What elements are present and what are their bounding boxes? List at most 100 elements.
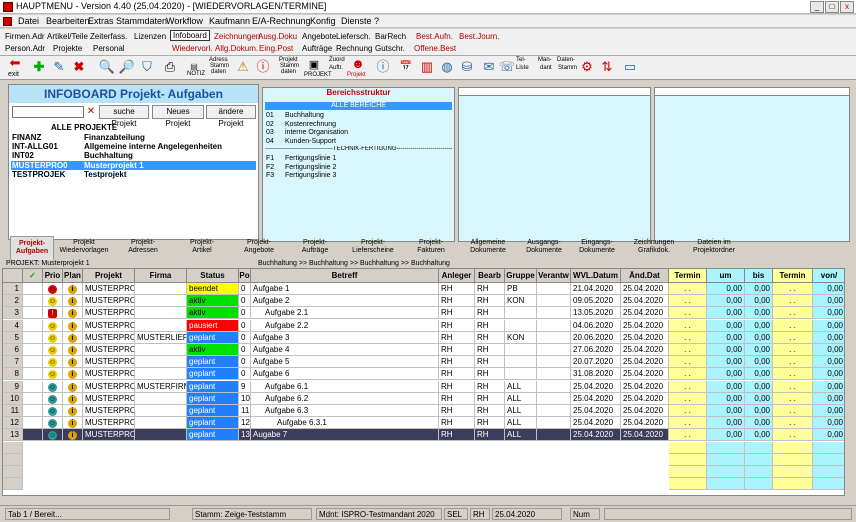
termin-cell[interactable]: . .: [669, 295, 707, 308]
row-number[interactable]: 7: [3, 356, 23, 369]
row-checkbox[interactable]: [23, 429, 43, 442]
betreff-cell[interactable]: Aufgabe 4: [251, 344, 439, 356]
tab-projekt-wiedervorlagen[interactable]: Projekt Wiedervorlagen: [56, 236, 112, 260]
datenstamm-label-1[interactable]: Daten-: [557, 57, 575, 64]
projekt-cell[interactable]: MUSTERPRO(: [83, 417, 135, 430]
col-header-projekt[interactable]: Projekt: [83, 269, 135, 283]
info-icon[interactable]: i: [68, 407, 77, 416]
table-row[interactable]: 3! i MUSTERPRO(aktiv 0 Aufgabe 2.1 RH RH 13.05.…: [3, 307, 844, 320]
sort-icon[interactable]: ⇅: [598, 58, 616, 76]
ql-barrech[interactable]: BarRech: [375, 32, 406, 41]
ql-personal[interactable]: Personal: [93, 44, 125, 53]
termin2-cell[interactable]: . .: [773, 283, 813, 295]
betreff-cell[interactable]: Aufgabe 2.2: [251, 319, 439, 332]
row-checkbox[interactable]: [23, 356, 43, 369]
info-icon[interactable]: i: [68, 394, 77, 404]
info-icon[interactable]: i: [68, 346, 77, 355]
table-row[interactable]: 5 ☺ i MUSTERPRO(MUSTERLIEFEgeplant0Aufgabe …: [3, 331, 844, 344]
new-project-button[interactable]: Neues Projekt: [152, 105, 204, 128]
ql-liefersch[interactable]: Liefersch.: [336, 32, 371, 41]
project-all[interactable]: ALLE PROJEKTE: [11, 123, 256, 132]
project-item[interactable]: TESTPROJEK Testprojekt: [11, 170, 256, 179]
tab-allgemeine-dokumente[interactable]: Allgemeine Dokumente: [460, 236, 516, 260]
row-checkbox[interactable]: [23, 405, 43, 417]
col-header-wvldatum[interactable]: WVL.Datum: [571, 269, 621, 283]
termin2-cell[interactable]: . .: [773, 295, 813, 308]
tel-label-1[interactable]: Tel-: [516, 57, 526, 64]
col-header-prio[interactable]: Prio: [43, 269, 63, 283]
um-cell[interactable]: 0,00: [707, 295, 745, 308]
col-header-termin[interactable]: Termin: [773, 269, 813, 283]
tab-dateienim-projektordner[interactable]: Dateien im Projektordner: [684, 236, 744, 260]
col-header-po[interactable]: Po: [239, 269, 251, 283]
wvl-datum-cell[interactable]: 25.04.2020: [571, 405, 621, 417]
col-header-verantw[interactable]: Verantw: [537, 269, 571, 283]
betreff-cell[interactable]: Aufgabe 2.1: [251, 307, 439, 320]
mail-icon[interactable]: ✉: [480, 58, 498, 76]
wvl-datum-cell[interactable]: 25.04.2020: [571, 392, 621, 405]
projekt-cell[interactable]: MUSTERPRO(: [83, 295, 135, 308]
status-cell[interactable]: geplant: [187, 331, 239, 344]
termin2-cell[interactable]: . .: [773, 392, 813, 405]
info-icon[interactable]: i: [68, 382, 77, 392]
col-header-von[interactable]: von/: [813, 269, 844, 283]
bereich-item[interactable]: 01 Buchhaltung: [265, 112, 452, 120]
col-header-termin[interactable]: Termin: [669, 269, 707, 283]
um-cell[interactable]: 0,00: [707, 319, 745, 332]
col-header-bearb[interactable]: Bearb: [475, 269, 505, 283]
database-icon[interactable]: ⛁: [458, 58, 476, 76]
table-row[interactable]: 9 ☺ i MUSTERPRO(MUSTERFIRM geplant 9 Aufgabe 6…: [3, 380, 844, 393]
col-header-firma[interactable]: Firma: [135, 269, 187, 283]
info-red-icon[interactable]: ⓘ: [254, 58, 272, 76]
search-project-button[interactable]: suche Projekt: [99, 105, 149, 128]
termin2-cell[interactable]: . .: [773, 319, 813, 332]
bis-cell[interactable]: 0,00: [745, 368, 773, 381]
row-number[interactable]: 6: [3, 344, 23, 356]
row-number[interactable]: 12: [3, 417, 23, 430]
betreff-cell[interactable]: Aufgabe 5: [251, 356, 439, 369]
menu-konfig[interactable]: Konfig: [310, 16, 336, 26]
status-cell[interactable]: geplant: [187, 380, 239, 393]
termin-cell[interactable]: . .: [669, 429, 707, 442]
row-number[interactable]: 9: [3, 380, 23, 393]
ql-artikel-teile[interactable]: Artikel/Teile: [47, 32, 88, 41]
filter-icon[interactable]: ⛉: [138, 58, 156, 76]
ql-gutschr[interactable]: Gutschr.: [375, 44, 405, 53]
table-row[interactable]: 2 ☺ i MUSTERPRO(aktiv 0 Aufgabe 2 RH RH KON 09.05…: [3, 295, 844, 308]
menu-bearbeiten[interactable]: Bearbeiten: [46, 16, 90, 26]
row-checkbox[interactable]: [23, 417, 43, 430]
wvl-datum-cell[interactable]: 21.04.2020: [571, 283, 621, 295]
phone-icon[interactable]: ☏: [498, 58, 516, 76]
firma-cell[interactable]: [135, 307, 187, 320]
ql-person-adr[interactable]: Person.Adr: [5, 44, 45, 53]
folder-icon[interactable]: ▭: [621, 58, 639, 76]
ql-lizenzen[interactable]: Lizenzen: [134, 32, 166, 41]
chart-icon[interactable]: ▥: [418, 58, 436, 76]
betreff-cell[interactable]: Aufgabe 6.1: [251, 380, 439, 393]
ql-zeiterfass[interactable]: Zeiterfass.: [90, 32, 127, 41]
bis-cell[interactable]: 0,00: [745, 319, 773, 332]
projekt-cell[interactable]: MUSTERPRO(: [83, 429, 135, 442]
info-icon[interactable]: ⓘ: [374, 58, 392, 76]
menu-workflow[interactable]: Workflow: [166, 16, 203, 26]
tab-projekt-fakturen[interactable]: Projekt- Fakturen: [404, 236, 458, 260]
table-row[interactable]: 4 ☺ i MUSTERPRO(pausiert 0 Aufgabe 2.2 RH RH 04.…: [3, 319, 844, 332]
edit-icon[interactable]: ✎: [50, 58, 68, 76]
von-cell[interactable]: 0,00: [813, 356, 844, 369]
col-header-anleger[interactable]: Anleger: [439, 269, 475, 283]
bis-cell[interactable]: 0,00: [745, 417, 773, 430]
firma-cell[interactable]: [135, 368, 187, 381]
table-row[interactable]: 8 ☺ i MUSTERPRO(geplant 0 Aufgabe 6 RH RH 31.08.…: [3, 368, 844, 381]
firma-cell[interactable]: [135, 429, 187, 442]
search-icon[interactable]: 🔍: [98, 58, 116, 76]
von-cell[interactable]: 0,00: [813, 405, 844, 417]
status-cell[interactable]: geplant: [187, 392, 239, 405]
termin2-cell[interactable]: . .: [773, 417, 813, 430]
globe-icon[interactable]: ◍: [438, 58, 456, 76]
col-header-betreff[interactable]: Betreff: [251, 269, 439, 283]
tab-projekt-aufträge[interactable]: Projekt- Aufträge: [288, 236, 342, 260]
row-checkbox[interactable]: [23, 368, 43, 381]
ql-angebote[interactable]: Angebote: [302, 32, 336, 41]
tel-label-2[interactable]: Liste: [516, 65, 529, 72]
um-cell[interactable]: 0,00: [707, 368, 745, 381]
